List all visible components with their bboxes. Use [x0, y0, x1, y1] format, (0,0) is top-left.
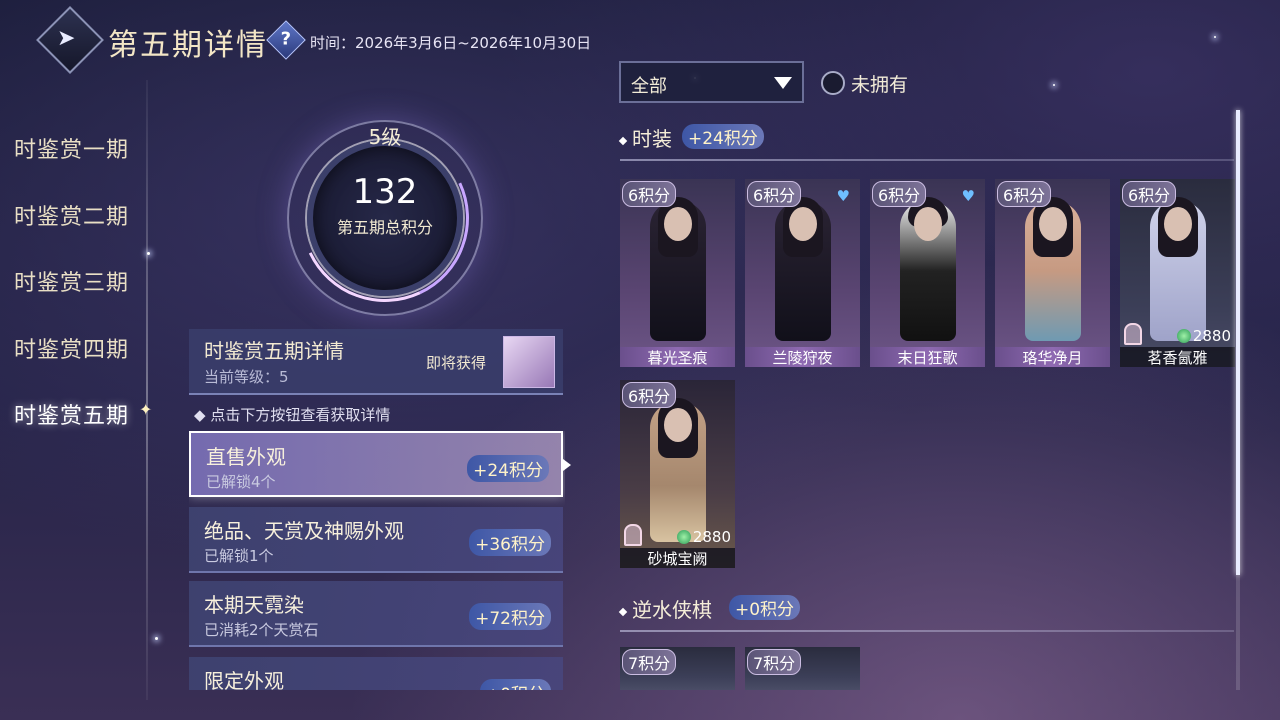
period-detail-title: 时鉴赏五期详情 [204, 339, 344, 363]
outfit-card[interactable]: 6积分 珞华净月 [995, 179, 1110, 367]
back-arrow-icon: ➤ [57, 25, 76, 51]
lock-icon [624, 524, 642, 546]
card-points-badge: 7积分 [747, 649, 802, 675]
category-list[interactable]: 直售外观 已解锁4个 +24积分 绝品、天赏及神赐外观 已解锁1个 +36积分 … [189, 431, 565, 690]
active-marker-icon: ✦ [139, 400, 153, 419]
card-price: 2880 [1176, 327, 1231, 345]
heart-icon: ♥ [961, 187, 975, 205]
card-points-badge: 6积分 [622, 181, 677, 207]
category-points-badge: +24积分 [467, 455, 549, 482]
period-detail-panel: 时鉴赏五期详情 当前等级：5 即将获得 [189, 329, 563, 395]
section-title-fashion: 时装 [618, 123, 672, 152]
total-score-label: 第五期总积分 [336, 218, 433, 237]
diamond-bullet-icon [618, 607, 628, 616]
category-item-dye[interactable]: 本期天霓染 已消耗2个天赏石 +72积分 [189, 581, 563, 647]
card-points-badge: 6积分 [747, 181, 802, 207]
heart-icon: ♥ [836, 187, 850, 205]
outfit-card[interactable]: 7积分 [745, 647, 860, 690]
card-points-badge: 6积分 [622, 382, 677, 408]
section-divider [620, 159, 1234, 161]
category-item-premium[interactable]: 绝品、天赏及神赐外观 已解锁1个 +36积分 [189, 507, 563, 573]
card-points-badge: 7积分 [622, 649, 677, 675]
character-head [1164, 207, 1192, 241]
star-decoration [1214, 36, 1216, 38]
character-head [1039, 207, 1067, 241]
not-owned-label[interactable]: 未拥有 [851, 70, 908, 97]
card-price-value: 2880 [1192, 327, 1231, 345]
section-title-chess: 逆水侠棋 [618, 594, 712, 623]
card-price-value: 2880 [692, 528, 731, 546]
character-head [664, 408, 692, 442]
filter-dropdown[interactable]: 全部 [619, 61, 804, 103]
card-name: 兰陵狩夜 [745, 347, 860, 367]
category-item-limited[interactable]: 限定外观 +0积分 [189, 657, 563, 690]
outfit-card[interactable]: 6积分 ♥ 末日狂歌 [870, 179, 985, 367]
not-owned-radio[interactable] [821, 71, 845, 95]
card-price: 2880 [676, 528, 731, 546]
outfit-card[interactable]: 6积分 暮光圣痕 [620, 179, 735, 367]
category-item-direct-sale[interactable]: 直售外观 已解锁4个 +24积分 [189, 431, 563, 497]
total-score-value: 132 [352, 172, 418, 212]
current-level-text: 当前等级：5 [204, 368, 289, 386]
outfit-card[interactable]: 6积分 2880 砂城宝阙 [620, 380, 735, 568]
category-subtitle: 已解锁1个 [204, 547, 274, 565]
character-head [789, 207, 817, 241]
card-name: 珞华净月 [995, 347, 1110, 367]
category-title: 直售外观 [206, 445, 286, 469]
category-subtitle: 已解锁4个 [206, 473, 276, 491]
filter-selected-value: 全部 [631, 76, 667, 97]
section-title-text: 时装 [632, 127, 672, 151]
back-button[interactable]: ➤ [36, 6, 104, 74]
nav-divider-line [146, 80, 148, 700]
star-decoration [155, 637, 158, 640]
character-head [664, 207, 692, 241]
category-subtitle: 已消耗2个天赏石 [204, 621, 319, 639]
card-points-badge: 6积分 [872, 181, 927, 207]
nav-item-period-1[interactable]: 时鉴赏一期 [14, 132, 129, 164]
card-points-badge: 6积分 [1122, 181, 1177, 207]
character-head [914, 207, 942, 241]
category-points-badge: +0积分 [479, 679, 551, 690]
coming-reward-thumbnail[interactable] [503, 336, 555, 388]
outfit-card[interactable]: 7积分 [620, 647, 735, 690]
section-divider [620, 630, 1234, 632]
category-title: 限定外观 [204, 669, 284, 690]
coming-reward-label: 即将获得 [426, 354, 487, 372]
nav-item-period-3[interactable]: 时鉴赏三期 [14, 265, 129, 297]
outfit-card[interactable]: 6积分 2880 茗香氤雅 [1120, 179, 1235, 367]
selected-category-pointer-icon [563, 459, 571, 471]
star-decoration [1053, 84, 1055, 86]
section-points-badge: +0积分 [729, 595, 801, 620]
category-points-badge: +72积分 [469, 603, 551, 630]
scrollbar-thumb[interactable] [1236, 110, 1240, 575]
section-points-badge: +24积分 [682, 124, 764, 149]
card-name: 砂城宝阙 [620, 548, 735, 568]
chevron-down-icon [774, 77, 792, 89]
nav-item-period-2[interactable]: 时鉴赏二期 [14, 199, 129, 231]
nav-item-period-4[interactable]: 时鉴赏四期 [14, 332, 129, 364]
nav-item-period-5[interactable]: 时鉴赏五期 [14, 398, 129, 430]
hint-text: ◆ 点击下方按钮查看获取详情 [194, 406, 391, 424]
help-icon: ? [280, 28, 292, 50]
level-label: 5级 [368, 125, 402, 149]
coin-icon [676, 530, 691, 544]
hint-label: 点击下方按钮查看获取详情 [210, 406, 391, 424]
time-range-text: 时间：2026年3月6日~2026年10月30日 [310, 34, 592, 52]
diamond-bullet-icon [618, 136, 628, 145]
category-title: 绝品、天赏及神赐外观 [204, 519, 404, 543]
card-name: 暮光圣痕 [620, 347, 735, 367]
card-points-badge: 6积分 [997, 181, 1052, 207]
card-name: 末日狂歌 [870, 347, 985, 367]
card-name: 茗香氤雅 [1120, 347, 1235, 367]
coin-icon [1176, 329, 1191, 343]
category-points-badge: +36积分 [469, 529, 551, 556]
outfit-card[interactable]: 6积分 ♥ 兰陵狩夜 [745, 179, 860, 367]
category-title: 本期天霓染 [204, 593, 304, 617]
help-button[interactable]: ? [266, 20, 306, 60]
page-title: 第五期详情 [108, 28, 268, 63]
lock-icon [1124, 323, 1142, 345]
section-title-text: 逆水侠棋 [632, 598, 712, 622]
